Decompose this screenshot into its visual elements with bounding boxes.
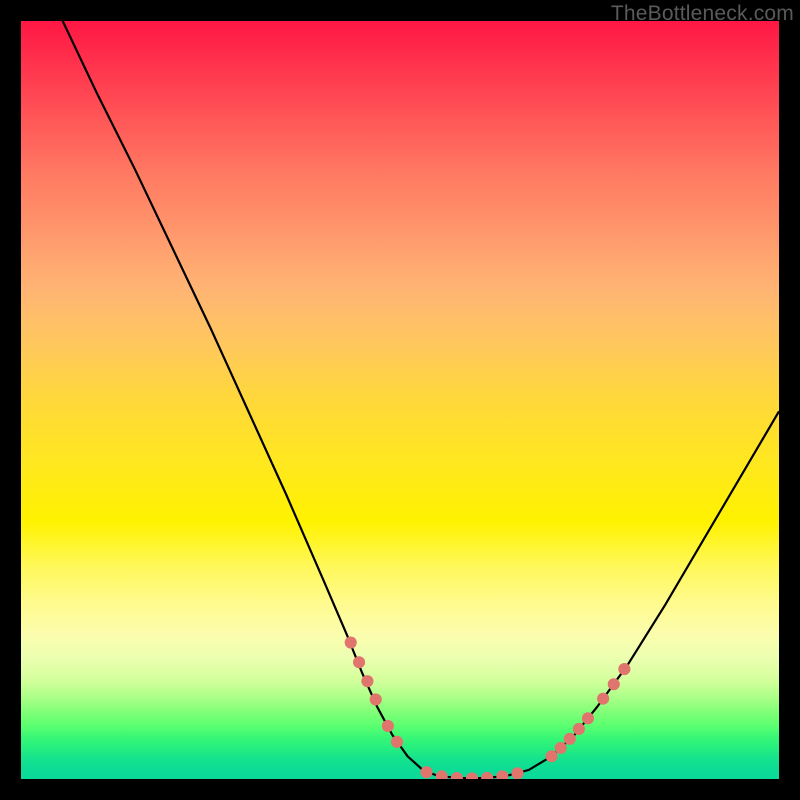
data-dot (555, 742, 567, 754)
data-dot (353, 656, 365, 668)
data-dots (345, 637, 631, 780)
data-dot (436, 770, 448, 779)
chart-svg (21, 21, 779, 779)
data-dot (451, 772, 463, 779)
data-dot (597, 693, 609, 705)
data-dot (370, 693, 382, 705)
data-dot (582, 712, 594, 724)
data-dot (608, 678, 620, 690)
data-dot (496, 770, 508, 779)
watermark: TheBottleneck.com (611, 2, 794, 26)
data-dot (391, 736, 403, 748)
data-dot (564, 733, 576, 745)
data-dot (618, 663, 630, 675)
data-dot (420, 766, 432, 778)
data-dot (345, 637, 357, 649)
plot-area (21, 21, 779, 779)
data-dot (481, 772, 493, 779)
data-dot (361, 675, 373, 687)
data-dot (511, 767, 523, 779)
data-dot (382, 720, 394, 732)
data-dot (466, 772, 478, 779)
bottleneck-curve (63, 21, 779, 778)
data-dot (573, 723, 585, 735)
data-dot (546, 750, 558, 762)
